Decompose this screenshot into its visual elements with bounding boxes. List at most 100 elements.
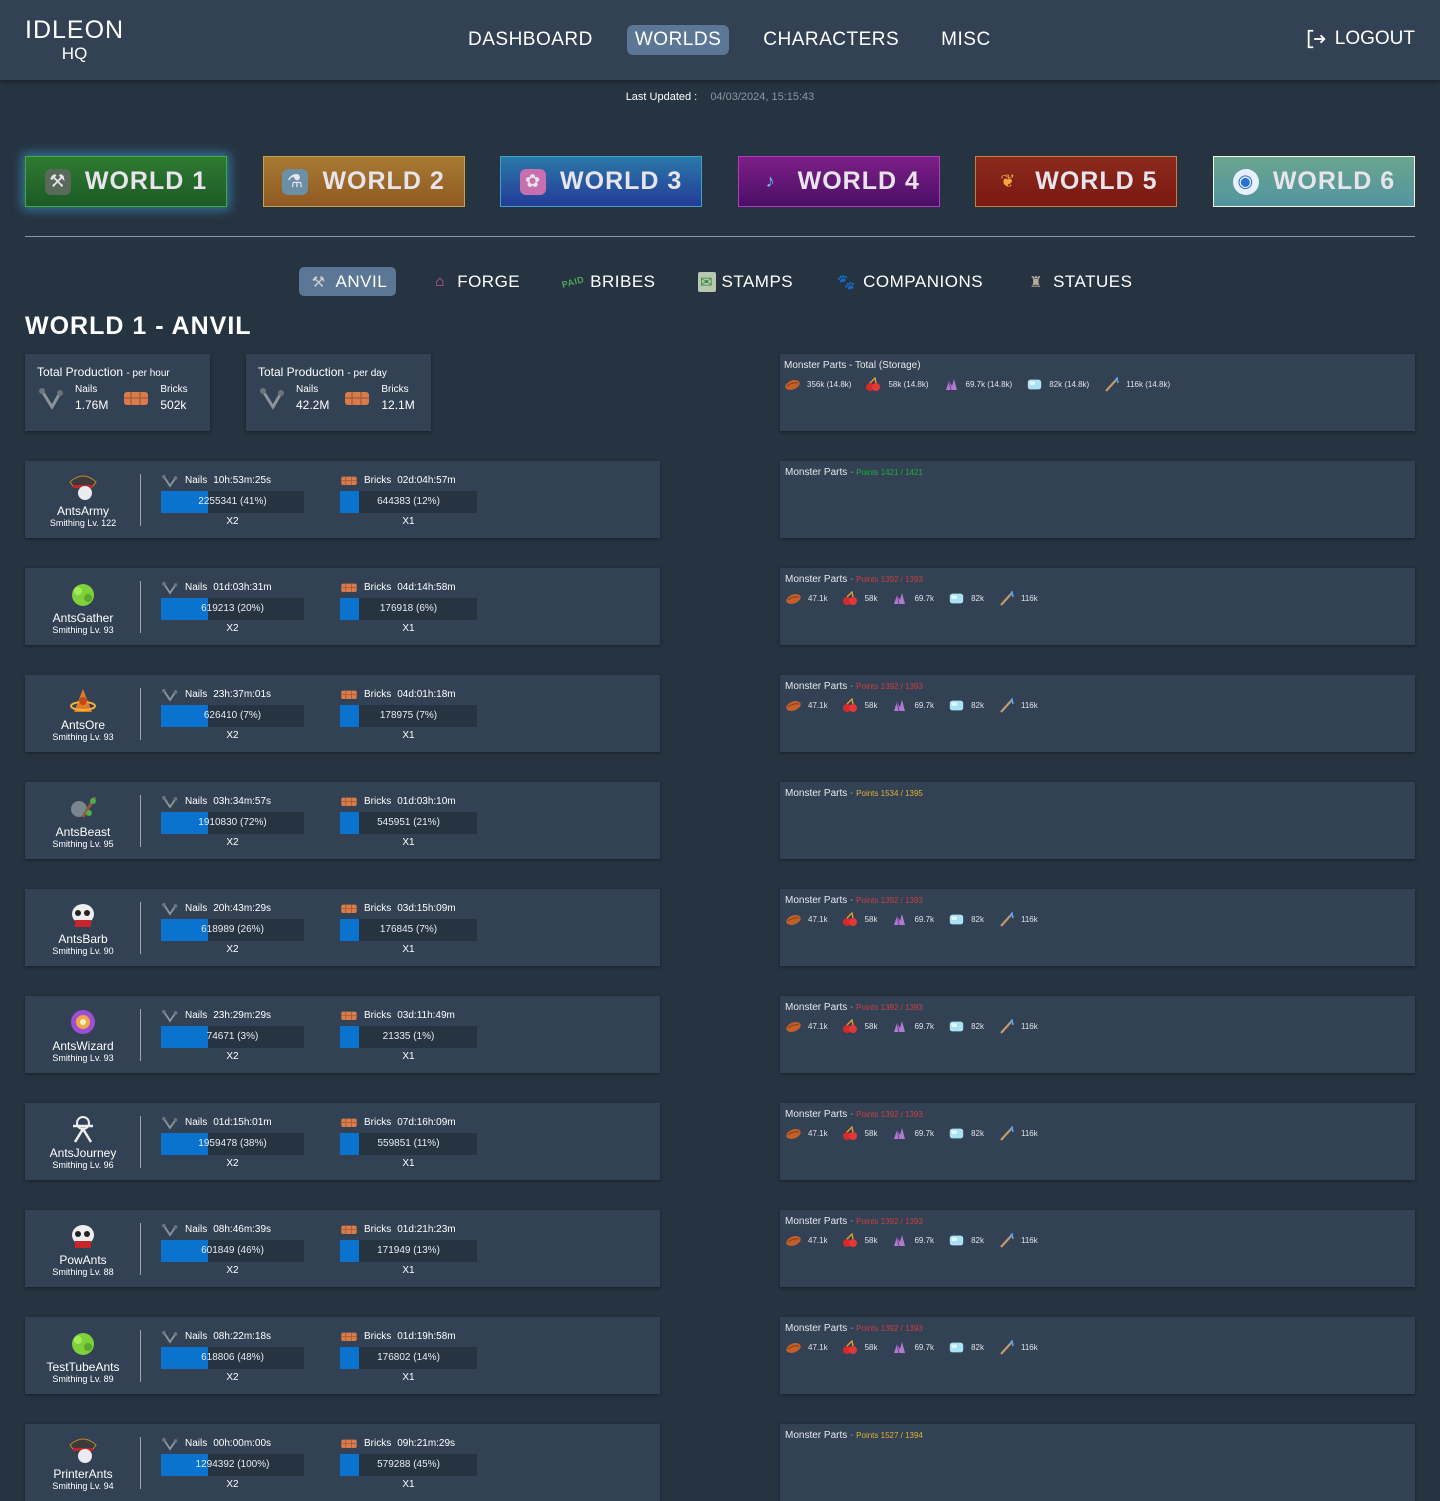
tab-label: COMPANIONS bbox=[863, 271, 984, 291]
tab-bribes[interactable]: PAID BRIBES bbox=[553, 267, 664, 296]
nails-bar-text: 619213 (20%) bbox=[201, 602, 264, 614]
nav-dashboard[interactable]: DASHBOARD bbox=[460, 25, 601, 55]
bricks-bar: 21335 (1%) bbox=[340, 1025, 477, 1048]
bricks-bar-text: 559851 (11%) bbox=[377, 1137, 440, 1149]
bricks-bar-text: 176845 (7%) bbox=[379, 923, 438, 935]
bricks-icon bbox=[340, 1223, 358, 1237]
monster-part-value: 47.1k bbox=[808, 1129, 828, 1138]
world6-icon: ◉ bbox=[1232, 168, 1259, 195]
monster-part-item: 58k bbox=[842, 1233, 877, 1248]
nails-multiplier: X2 bbox=[226, 943, 239, 955]
tab-statues[interactable]: ♜ STATUES bbox=[1016, 267, 1141, 296]
monster-part-value: 58k bbox=[864, 1343, 878, 1352]
world5-icon: ❦ bbox=[1000, 171, 1017, 191]
monster-part-item: 58k bbox=[842, 912, 877, 927]
world-2-button[interactable]: ⚗ WORLD 2 bbox=[262, 156, 465, 207]
monster-parts-label: Monster Parts bbox=[785, 467, 848, 478]
monster-part-value: 69.7k bbox=[914, 1343, 935, 1352]
nails-icon bbox=[161, 1223, 179, 1237]
nails-icon bbox=[161, 1009, 179, 1023]
bricks-bar-text: 171949 (13%) bbox=[377, 1244, 440, 1256]
tab-companions[interactable]: 🐾 COMPANIONS bbox=[826, 267, 992, 296]
cherries-icon bbox=[842, 1233, 859, 1248]
character-anvil-card: TestTubeAnts Smithing Lv. 89 Nails 08h:22… bbox=[25, 1317, 660, 1394]
production-per-day: Total Production - per day Nails 42.2M Br… bbox=[246, 354, 431, 431]
monster-part-value: 82k (14.8k) bbox=[1049, 380, 1090, 389]
world-4-button[interactable]: ♪ WORLD 4 bbox=[737, 156, 940, 207]
bricks-progress: Bricks 09h:21m:29s 579288 (45%) X1 bbox=[340, 1436, 477, 1490]
monster-parts-row: 47.1k 58k 69.7k 82k 116k bbox=[785, 1340, 1410, 1355]
monster-part-value: 47.1k bbox=[808, 1343, 828, 1352]
nails-multiplier: X2 bbox=[226, 1371, 239, 1383]
nails-label: Nails bbox=[185, 689, 208, 700]
bricks-progress: Bricks 01d:19h:58m 176802 (14%) X1 bbox=[340, 1329, 477, 1383]
logo-line1: IDLEON bbox=[25, 16, 125, 44]
nails-bar: 601849 (46%) bbox=[161, 1239, 304, 1262]
monster-part-item: 58k bbox=[842, 591, 877, 606]
character-name: PowAnts bbox=[59, 1252, 107, 1267]
monster-part-item: 82k bbox=[948, 1340, 984, 1355]
world-5-button[interactable]: ❦ WORLD 5 bbox=[975, 156, 1178, 207]
nails-label: Nails bbox=[75, 384, 98, 395]
character-name: AntsWizard bbox=[52, 1038, 114, 1053]
tab-label: BRIBES bbox=[590, 271, 656, 291]
stick-icon bbox=[998, 912, 1015, 927]
logout-button[interactable]: LOGOUT bbox=[1305, 28, 1415, 50]
monster-part-value: 116k bbox=[1020, 915, 1038, 924]
world4-icon: ♪ bbox=[765, 171, 776, 191]
monster-part-value: 82k bbox=[971, 1343, 984, 1352]
tab-stamps[interactable]: ✉ STAMPS bbox=[689, 267, 803, 296]
monster-part-value: 116k bbox=[1020, 1022, 1038, 1031]
bricks-progress: Bricks 07d:16h:09m 559851 (11%) X1 bbox=[340, 1115, 477, 1169]
green-blob-avatar bbox=[67, 579, 99, 609]
monster-part-item: 82k bbox=[948, 1126, 984, 1141]
ice-cube-icon bbox=[948, 1340, 965, 1355]
meat-icon bbox=[785, 1233, 802, 1248]
nails-progress: Nails 00h:00m:00s 1294392 (100%) X2 bbox=[161, 1436, 304, 1490]
monster-part-item: 69.7k bbox=[891, 1019, 934, 1034]
ice-cube-icon bbox=[948, 912, 965, 927]
stamps-icon: ✉ bbox=[697, 271, 716, 292]
nails-progress: Nails 01d:03h:31m 619213 (20%) X2 bbox=[161, 580, 304, 634]
beast-avatar bbox=[67, 793, 99, 823]
meat-icon bbox=[785, 591, 802, 606]
orange-orb-avatar bbox=[67, 686, 99, 716]
cherries-icon bbox=[842, 912, 859, 927]
nails-bar: 74671 (3%) bbox=[161, 1025, 304, 1048]
nails-time: 23h:29m:29s bbox=[213, 1010, 272, 1021]
monster-part-item: 47.1k bbox=[785, 1233, 828, 1248]
nails-label: Nails bbox=[185, 1117, 208, 1128]
monster-part-value: 69.7k bbox=[914, 1236, 935, 1245]
nav-characters[interactable]: CHARACTERS bbox=[755, 25, 907, 55]
tab-forge[interactable]: ⌂ FORGE bbox=[420, 267, 529, 296]
monster-part-item: 58k bbox=[842, 1019, 877, 1034]
monster-part-value: 69.7k bbox=[914, 701, 935, 710]
logo[interactable]: IDLEON HQ bbox=[25, 16, 125, 63]
bricks-icon bbox=[340, 581, 358, 595]
world-3-button[interactable]: ✿ WORLD 3 bbox=[500, 156, 703, 207]
nav-worlds[interactable]: WORLDS bbox=[626, 25, 730, 55]
meat-icon bbox=[785, 1019, 802, 1034]
world-label: WORLD 5 bbox=[1035, 167, 1158, 195]
monster-parts-label: Monster Parts bbox=[785, 1323, 848, 1334]
character-anvil-card: AntsOre Smithing Lv. 93 Nails 23h:37m:01s… bbox=[25, 675, 660, 752]
nails-label: Nails bbox=[296, 384, 319, 395]
character-anvil-card: AntsBeast Smithing Lv. 95 Nails 03h:34m:5… bbox=[25, 782, 660, 859]
tab-anvil[interactable]: ⚒ ANVIL bbox=[298, 267, 397, 296]
nails-bar-text: 74671 (3%) bbox=[206, 1030, 259, 1042]
bricks-multiplier: X1 bbox=[402, 1371, 415, 1383]
bricks-time: 04d:14h:58m bbox=[397, 582, 456, 593]
companions-icon: 🐾 bbox=[836, 273, 856, 291]
bricks-icon bbox=[340, 474, 358, 488]
nails-progress: Nails 01d:15h:01m 1959478 (38%) X2 bbox=[161, 1115, 304, 1169]
nails-progress: Nails 08h:46m:39s 601849 (46%) X2 bbox=[161, 1222, 304, 1276]
world-6-button[interactable]: ◉ WORLD 6 bbox=[1212, 156, 1415, 207]
bricks-label: Bricks bbox=[364, 689, 392, 700]
character-info: PowAnts Smithing Lv. 88 bbox=[35, 1221, 131, 1277]
world-1-button[interactable]: ⚒ WORLD 1 bbox=[25, 156, 227, 207]
crystal-icon bbox=[891, 1340, 908, 1355]
nails-label: Nails bbox=[185, 1438, 208, 1449]
nav-misc[interactable]: MISC bbox=[933, 25, 999, 55]
bricks-time: 07d:16h:09m bbox=[397, 1117, 456, 1128]
bricks-time: 01d:03h:10m bbox=[397, 796, 456, 807]
